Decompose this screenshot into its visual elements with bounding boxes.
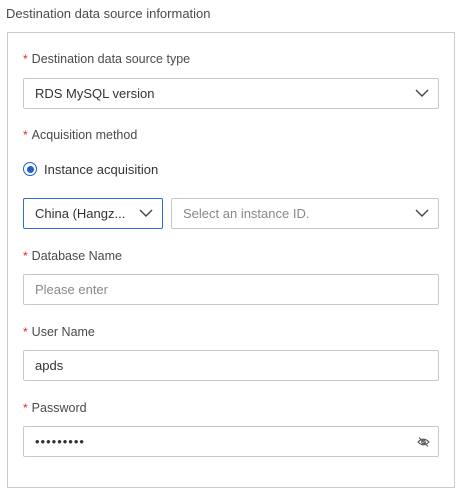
username-value: apds bbox=[35, 358, 64, 373]
acquisition-label: * Acquisition method bbox=[23, 127, 137, 143]
radio-button[interactable] bbox=[23, 162, 37, 176]
source-type-value: RDS MySQL version bbox=[35, 86, 155, 101]
required-mark: * bbox=[23, 128, 28, 142]
region-value: China (Hangz... bbox=[35, 206, 126, 221]
chevron-down-icon bbox=[415, 89, 429, 97]
eye-slash-icon[interactable] bbox=[417, 436, 430, 448]
source-type-select[interactable]: RDS MySQL version bbox=[23, 78, 439, 109]
instance-select[interactable]: Select an instance ID. bbox=[171, 198, 439, 229]
chevron-down-icon bbox=[415, 209, 429, 217]
source-type-label-text: Destination data source type bbox=[31, 52, 191, 66]
required-mark: * bbox=[23, 401, 28, 415]
instance-acquisition-radio[interactable]: Instance acquisition bbox=[23, 160, 158, 178]
database-label: * Database Name bbox=[23, 248, 122, 264]
acquisition-label-text: Acquisition method bbox=[31, 128, 138, 142]
section-title: Destination data source information bbox=[6, 6, 211, 21]
password-label-text: Password bbox=[31, 401, 87, 415]
password-value: ••••••••• bbox=[35, 434, 85, 449]
password-input[interactable]: ••••••••• bbox=[23, 426, 439, 457]
database-placeholder: Please enter bbox=[35, 282, 108, 297]
password-label: * Password bbox=[23, 400, 87, 416]
username-label: * User Name bbox=[23, 324, 95, 340]
instance-placeholder: Select an instance ID. bbox=[183, 206, 310, 221]
required-mark: * bbox=[23, 249, 28, 263]
database-label-text: Database Name bbox=[31, 249, 122, 263]
region-select[interactable]: China (Hangz... bbox=[23, 198, 163, 229]
chevron-down-icon bbox=[139, 209, 153, 217]
instance-acquisition-label: Instance acquisition bbox=[44, 161, 159, 177]
radio-selected-dot bbox=[26, 165, 34, 173]
username-label-text: User Name bbox=[31, 325, 95, 339]
username-input[interactable]: apds bbox=[23, 350, 439, 381]
source-type-label: * Destination data source type bbox=[23, 51, 190, 67]
required-mark: * bbox=[23, 52, 28, 66]
database-name-input[interactable]: Please enter bbox=[23, 274, 439, 305]
required-mark: * bbox=[23, 325, 28, 339]
